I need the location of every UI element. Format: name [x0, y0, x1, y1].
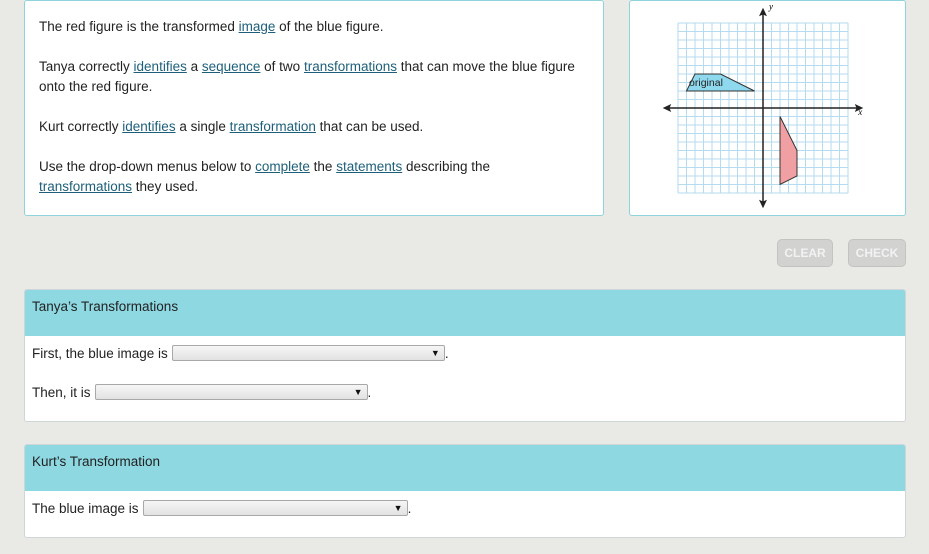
- prompt-text: the: [309, 159, 337, 174]
- tanya-panel: Tanya’s Transformations First, the blue …: [24, 289, 906, 422]
- prompt-text: a: [186, 59, 202, 74]
- dropdown-arrow-icon: ▼: [353, 387, 363, 397]
- then-dropdown[interactable]: ▼: [94, 384, 368, 400]
- glossary-link[interactable]: statements: [336, 159, 402, 174]
- first-dropdown[interactable]: ▼: [171, 345, 445, 361]
- glossary-link[interactable]: complete: [255, 159, 310, 174]
- prompt-text: they used.: [132, 179, 199, 194]
- prompt-text: of the blue figure.: [275, 19, 384, 34]
- glossary-link[interactable]: transformations: [304, 59, 397, 74]
- period: .: [407, 500, 412, 516]
- kurt-panel: Kurt’s Transformation The blue image is …: [24, 444, 906, 538]
- prompt-text: describing the: [402, 159, 491, 174]
- glossary-link[interactable]: transformations: [39, 179, 132, 194]
- then-label: Then, it is: [32, 384, 91, 400]
- prompt-text: The red figure is the transformed: [39, 19, 239, 34]
- glossary-link[interactable]: transformation: [230, 119, 316, 134]
- period: .: [367, 384, 372, 400]
- glossary-link[interactable]: image: [239, 19, 276, 34]
- tanya-panel-title: Tanya’s Transformations: [25, 290, 905, 336]
- check-button[interactable]: CHECK: [848, 239, 906, 267]
- glossary-link[interactable]: identifies: [134, 59, 187, 74]
- clear-button[interactable]: CLEAR: [777, 239, 833, 267]
- glossary-link[interactable]: sequence: [202, 59, 261, 74]
- period: .: [444, 345, 449, 361]
- blue-figure-label: original: [689, 77, 723, 89]
- kurt-panel-title: Kurt’s Transformation: [25, 445, 905, 491]
- y-axis-label: y: [768, 1, 773, 11]
- first-label: First, the blue image is: [32, 345, 168, 361]
- prompt-paragraph: Use the drop-down menus below to complet…: [39, 157, 579, 197]
- prompt-paragraph: The red figure is the transformed image …: [39, 17, 579, 37]
- prompt-text: a single: [175, 119, 230, 134]
- prompt-text: Use the drop-down menus below to: [39, 159, 256, 174]
- dropdown-arrow-icon: ▼: [393, 503, 403, 513]
- prompt-text: that can be used.: [315, 119, 424, 134]
- prompt-paragraph: Tanya correctly identifies a sequence of…: [39, 57, 579, 97]
- graph-card: x y original: [629, 0, 906, 216]
- kurt-dropdown[interactable]: ▼: [142, 500, 408, 516]
- x-axis-label: x: [857, 107, 862, 117]
- dropdown-arrow-icon: ▼: [430, 348, 440, 358]
- coordinate-graph: x y original: [662, 1, 864, 209]
- prompt-text: Tanya correctly: [39, 59, 134, 74]
- prompt-card: The red figure is the transformed image …: [24, 0, 604, 216]
- prompt-paragraph: Kurt correctly identifies a single trans…: [39, 117, 579, 137]
- kurt-label: The blue image is: [32, 500, 139, 516]
- glossary-link[interactable]: identifies: [122, 119, 175, 134]
- prompt-text: of two: [260, 59, 304, 74]
- prompt-text: Kurt correctly: [39, 119, 123, 134]
